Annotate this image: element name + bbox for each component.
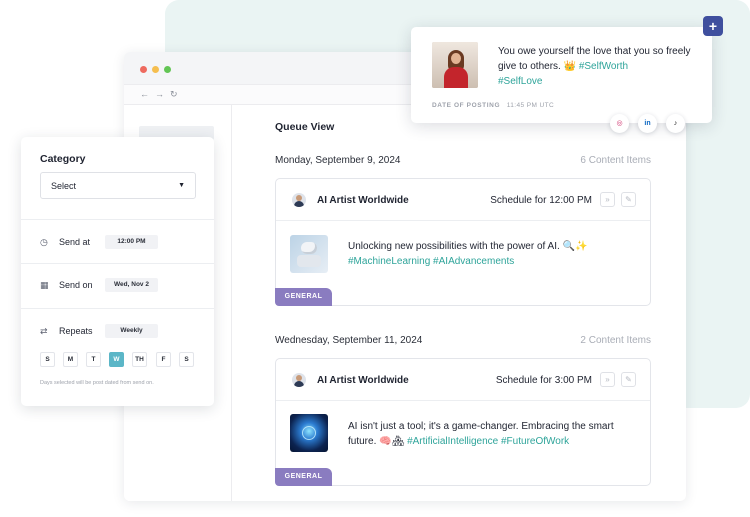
clock-icon: ◷: [40, 237, 48, 247]
day-toggle-active[interactable]: W: [109, 352, 124, 367]
send-now-icon[interactable]: »: [600, 192, 615, 207]
post-hashtags[interactable]: #ArtificialIntelligence #FutureOfWork: [407, 436, 569, 447]
day-toggle[interactable]: S: [179, 352, 194, 367]
send-on-date-field[interactable]: Wed, Nov 2: [105, 278, 158, 292]
post-text: Unlocking new possibilities with the pow…: [348, 239, 638, 269]
send-now-icon[interactable]: »: [600, 372, 615, 387]
category-badge: GENERAL: [275, 468, 332, 486]
instagram-icon[interactable]: ◎: [610, 114, 629, 133]
post-image: [432, 42, 478, 88]
social-post-text: You owe yourself the love that you so fr…: [498, 44, 694, 89]
schedule-time: Schedule for 12:00 PM: [490, 195, 592, 206]
back-arrow-icon[interactable]: ←: [140, 88, 149, 100]
posting-date-label: DATE OF POSTING: [432, 102, 501, 109]
linkedin-icon[interactable]: in: [638, 114, 657, 133]
posting-date-value: 11:45 PM UTC: [506, 102, 555, 109]
send-at-label: Send at: [59, 237, 91, 247]
social-post-preview: You owe yourself the love that you so fr…: [411, 27, 712, 123]
content-count: 2 Content Items: [580, 335, 651, 346]
queue-post-card[interactable]: AI Artist Worldwide Schedule for 3:00 PM…: [275, 358, 651, 486]
day-toggle[interactable]: T: [86, 352, 101, 367]
edit-icon[interactable]: ✎: [621, 372, 636, 387]
day-toggle[interactable]: F: [156, 352, 171, 367]
add-post-button[interactable]: +: [703, 16, 723, 36]
post-body: Unlocking new possibilities with the pow…: [348, 241, 588, 252]
day-toggle[interactable]: S: [40, 352, 55, 367]
hashtag[interactable]: #SelfWorth: [579, 61, 628, 72]
group-date: Monday, September 9, 2024: [275, 155, 401, 166]
account-avatar: [292, 373, 306, 387]
post-thumbnail: [290, 414, 328, 452]
repeats-label: Repeats: [59, 326, 93, 336]
send-at-time-field[interactable]: 12:00 PM: [105, 235, 158, 249]
forward-arrow-icon[interactable]: →: [155, 88, 164, 100]
caret-down-icon: ▼: [178, 182, 185, 189]
divider: [21, 308, 214, 309]
post-hashtags[interactable]: #MachineLearning #AIAdvancements: [348, 256, 514, 267]
minimize-dot-icon[interactable]: [152, 66, 159, 73]
edit-icon[interactable]: ✎: [621, 192, 636, 207]
day-toggle[interactable]: TH: [132, 352, 147, 367]
date-group-header: Monday, September 9, 2024 6 Content Item…: [275, 155, 651, 166]
content-count: 6 Content Items: [580, 155, 651, 166]
posting-date: DATE OF POSTING 11:45 PM UTC: [432, 102, 554, 109]
date-group-header: Wednesday, September 11, 2024 2 Content …: [275, 335, 651, 346]
send-on-label: Send on: [59, 280, 93, 290]
days-note: Days selected will be post dated from se…: [40, 380, 154, 386]
category-title: Category: [40, 153, 86, 165]
category-panel: Category Select ▼ ◷ Send at 12:00 PM ▦ S…: [21, 137, 214, 406]
category-badge: GENERAL: [275, 288, 332, 306]
calendar-icon: ▦: [40, 280, 49, 290]
card-header: AI Artist Worldwide Schedule for 12:00 P…: [276, 179, 650, 221]
divider: [21, 263, 214, 264]
schedule-time: Schedule for 3:00 PM: [495, 375, 592, 386]
card-header: AI Artist Worldwide Schedule for 3:00 PM…: [276, 359, 650, 401]
reload-icon[interactable]: ↻: [170, 88, 178, 100]
repeats-select[interactable]: Weekly: [105, 324, 158, 338]
queue-view-title: Queue View: [275, 121, 335, 133]
queue-post-card[interactable]: AI Artist Worldwide Schedule for 12:00 P…: [275, 178, 651, 306]
category-select[interactable]: Select ▼: [40, 172, 196, 199]
post-thumbnail: [290, 235, 328, 273]
divider: [21, 219, 214, 220]
hashtag[interactable]: #SelfLove: [498, 76, 542, 87]
repeat-icon: ⇄: [40, 326, 48, 336]
day-toggle[interactable]: M: [63, 352, 78, 367]
post-text: AI isn't just a tool; it's a game-change…: [348, 419, 638, 449]
account-name: AI Artist Worldwide: [317, 375, 409, 386]
select-value: Select: [51, 181, 77, 191]
maximize-dot-icon[interactable]: [164, 66, 171, 73]
account-name: AI Artist Worldwide: [317, 195, 409, 206]
account-avatar: [292, 193, 306, 207]
tiktok-icon[interactable]: ♪: [666, 114, 685, 133]
close-dot-icon[interactable]: [140, 66, 147, 73]
group-date: Wednesday, September 11, 2024: [275, 335, 423, 346]
